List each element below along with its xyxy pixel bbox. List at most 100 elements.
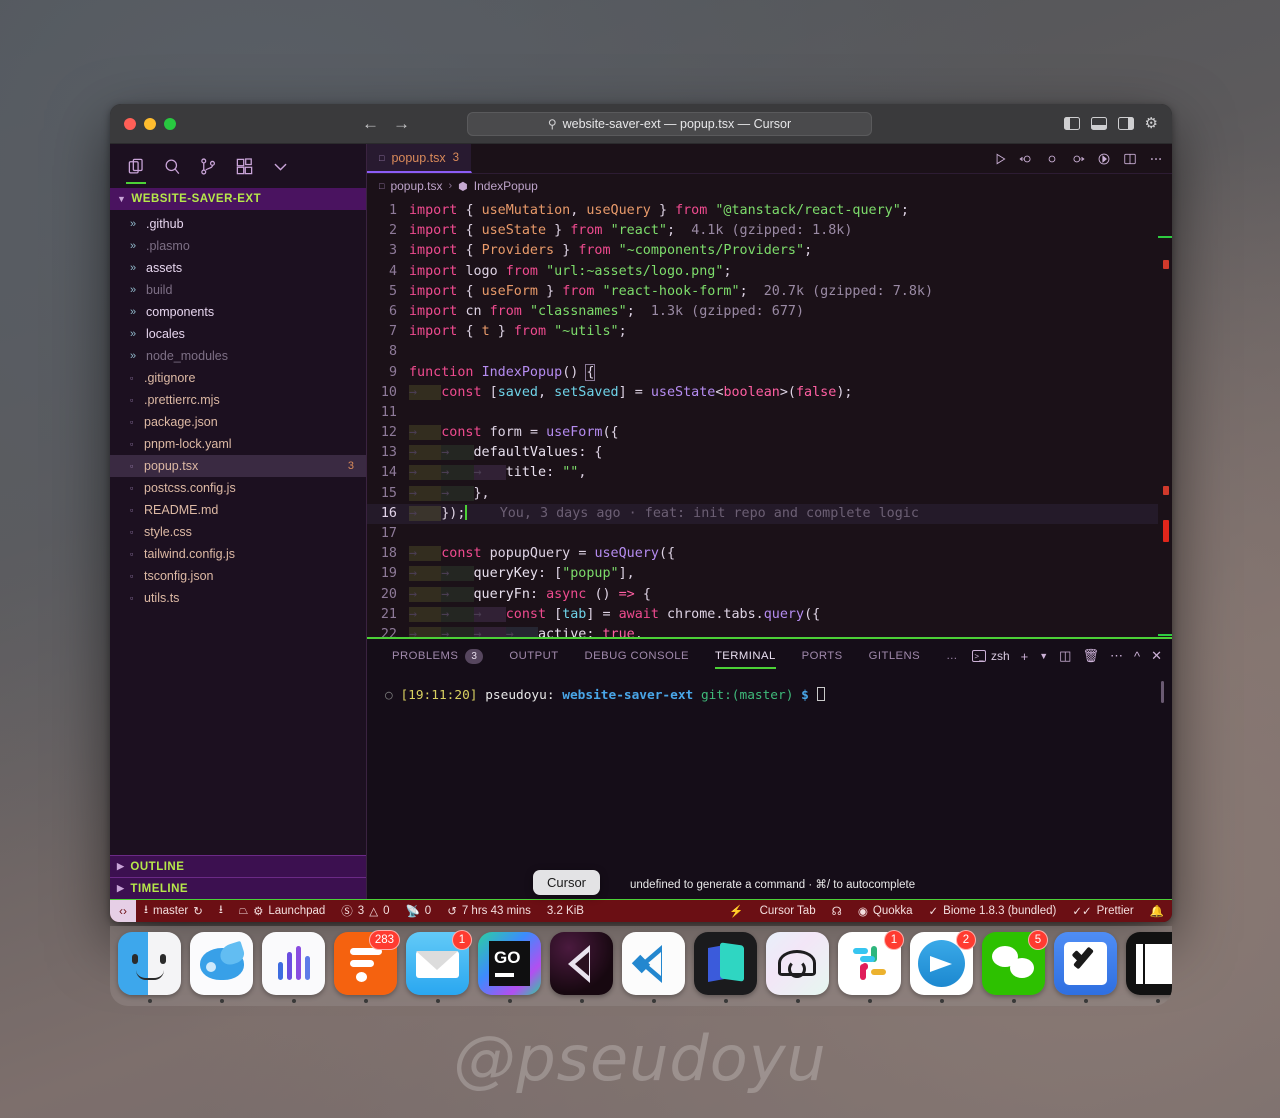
file-tree-item[interactable]: ▫postcss.config.js	[110, 477, 366, 499]
dock-item-things[interactable]	[1054, 932, 1117, 1003]
code-line[interactable]: 13→ → defaultValues: {	[367, 443, 1172, 463]
file-tree-item[interactable]: »locales	[110, 323, 366, 345]
terminal-shell-selector[interactable]: >_zsh	[972, 649, 1010, 663]
file-tree-item[interactable]: ▫tsconfig.json	[110, 565, 366, 587]
panel-tab-debug-console[interactable]: DEBUG CONSOLE	[572, 639, 702, 673]
code-line[interactable]: 9function IndexPopup() {	[367, 363, 1172, 383]
breadcrumb-file[interactable]: popup.tsx	[390, 179, 442, 193]
status-time-tracked[interactable]: ↺ 7 hrs 43 mins	[439, 900, 539, 923]
code-line[interactable]: 14→ → → title: "",	[367, 463, 1172, 483]
split-terminal-icon[interactable]: ◫	[1059, 648, 1071, 664]
code-line[interactable]: 12→ const form = useForm({	[367, 423, 1172, 443]
panel-tab-output[interactable]: OUTPUT	[496, 639, 571, 673]
code-line[interactable]: 7import { t } from "~utils";	[367, 322, 1172, 342]
editor-overview-ruler[interactable]	[1158, 198, 1172, 637]
file-tree-item[interactable]: »build	[110, 279, 366, 301]
file-tree-item[interactable]: ▫pnpm-lock.yaml	[110, 433, 366, 455]
dock-item-slack[interactable]: 1	[838, 932, 901, 1003]
status-remote-indicator[interactable]: ‹›	[110, 900, 136, 923]
sync-icon[interactable]: ↻	[193, 904, 203, 918]
file-tree-item[interactable]: »node_modules	[110, 345, 366, 367]
file-tree-item[interactable]: ▫.prettierrc.mjs	[110, 389, 366, 411]
sidebar-section-timeline[interactable]: ▶ TIMELINE	[110, 877, 366, 899]
status-biome[interactable]: ✓ Biome 1.8.3 (bundled)	[921, 900, 1065, 923]
zoom-button[interactable]	[164, 118, 176, 130]
obsidian-icon[interactable]	[694, 932, 757, 995]
breadcrumb[interactable]: □ popup.tsx › ⬢ IndexPopup	[367, 174, 1172, 198]
activity-source-control[interactable]	[190, 146, 226, 186]
dock-item-fanfou[interactable]: 283	[334, 932, 397, 1003]
arc-icon[interactable]	[766, 932, 829, 995]
panel-tab-terminal[interactable]: TERMINAL	[702, 639, 789, 673]
dock-item-bar-chart[interactable]	[262, 932, 325, 1003]
cursor-icon[interactable]	[550, 932, 613, 995]
code-lines[interactable]: 1import { useMutation, useQuery } from "…	[367, 198, 1172, 637]
activity-explorer[interactable]	[118, 146, 154, 186]
code-line[interactable]: 11	[367, 403, 1172, 423]
status-lightning[interactable]: ⚡	[721, 900, 751, 923]
status-problems[interactable]: Ⓢ 3 △ 0	[333, 900, 397, 923]
code-line[interactable]: 3import { Providers } from "~components/…	[367, 241, 1172, 261]
status-file-size[interactable]: 3.2 KiB	[539, 900, 592, 923]
dock-item-firefox[interactable]	[190, 932, 253, 1003]
file-tree[interactable]: ».github».plasmo»assets»build»components…	[110, 210, 366, 855]
close-button[interactable]	[124, 118, 136, 130]
debug-step-forward-icon[interactable]	[1071, 152, 1085, 166]
forward-arrow-icon[interactable]: →	[393, 115, 410, 132]
quokka-icon[interactable]	[1097, 152, 1111, 166]
status-cursor-tab[interactable]: Cursor Tab	[752, 900, 824, 923]
title-search-bar[interactable]: ⚲ website-saver-ext — popup.tsx — Cursor	[467, 112, 872, 136]
new-terminal-icon[interactable]: +	[1021, 649, 1029, 664]
panel-tab-gitlens[interactable]: GITLENS	[856, 639, 934, 673]
finder-icon[interactable]	[118, 932, 181, 995]
file-tree-item[interactable]: ▫README.md	[110, 499, 366, 521]
code-line[interactable]: 10→ const [saved, setSaved] = useState<b…	[367, 383, 1172, 403]
back-arrow-icon[interactable]: ←	[362, 115, 379, 132]
tab-popup-tsx[interactable]: □ popup.tsx 3	[367, 144, 472, 173]
file-tree-item[interactable]: ▫tailwind.config.js	[110, 543, 366, 565]
file-tree-item[interactable]: ▫package.json	[110, 411, 366, 433]
breadcrumb-symbol[interactable]: IndexPopup	[474, 179, 538, 193]
code-line[interactable]: 5import { useForm } from "react-hook-for…	[367, 282, 1172, 302]
code-line[interactable]: 21→ → → const [tab] = await chrome.tabs.…	[367, 605, 1172, 625]
code-line[interactable]: 1import { useMutation, useQuery } from "…	[367, 201, 1172, 221]
goland-icon[interactable]: GO	[478, 932, 541, 995]
dock-item-obsidian[interactable]	[694, 932, 757, 1003]
sidebar-section-outline[interactable]: ▶ OUTLINE	[110, 855, 366, 877]
code-line[interactable]: 2import { useState } from "react"; 4.1k …	[367, 221, 1172, 241]
activity-extensions[interactable]	[226, 146, 262, 186]
dock-item-wechat[interactable]: 5	[982, 932, 1045, 1003]
status-radio[interactable]: 📡 0	[397, 900, 439, 923]
firefox-icon[interactable]	[190, 932, 253, 995]
panel-tab--[interactable]: …	[933, 639, 971, 673]
toggle-secondary-sidebar-icon[interactable]	[1118, 117, 1134, 130]
status-git-graph[interactable]: ⭳	[211, 900, 231, 923]
code-editor[interactable]: 1import { useMutation, useQuery } from "…	[367, 198, 1172, 637]
explorer-header[interactable]: ▼ WEBSITE-SAVER-EXT	[110, 188, 366, 210]
file-tree-item[interactable]: ▫style.css	[110, 521, 366, 543]
toggle-primary-sidebar-icon[interactable]	[1064, 117, 1080, 130]
code-line[interactable]: 20→ → queryFn: async () => {	[367, 585, 1172, 605]
dock-item-cursor[interactable]	[550, 932, 613, 1003]
status-quokka[interactable]: ◉ Quokka	[850, 900, 921, 923]
terminal-scrollbar[interactable]	[1161, 681, 1164, 703]
file-tree-item[interactable]: »components	[110, 301, 366, 323]
dock-item-stack[interactable]	[1126, 932, 1172, 1003]
maximize-panel-icon[interactable]: ^	[1134, 649, 1140, 664]
dock-item-finder[interactable]	[118, 932, 181, 1003]
panel-tab-ports[interactable]: PORTS	[789, 639, 856, 673]
terminal-body[interactable]: ○ [19:11:20] pseudoyu: website-saver-ext…	[367, 673, 1172, 899]
dock-item-telegram[interactable]: 2	[910, 932, 973, 1003]
status-notifications[interactable]: 🔔	[1142, 900, 1172, 923]
chevron-down-icon[interactable]: ▼	[1039, 651, 1048, 661]
code-line[interactable]: 18→ const popupQuery = useQuery({	[367, 544, 1172, 564]
code-line[interactable]: 6import cn from "classnames"; 1.3k (gzip…	[367, 302, 1172, 322]
dock-item-vscode[interactable]	[622, 932, 685, 1003]
macos-dock[interactable]: 2831GO125	[110, 926, 1172, 1006]
status-launchpad[interactable]: ⏢ ⚙ Launchpad	[231, 900, 333, 923]
stack-icon[interactable]	[1126, 932, 1172, 995]
file-tree-item[interactable]: ».plasmo	[110, 235, 366, 257]
dock-item-mail[interactable]: 1	[406, 932, 469, 1003]
status-branch[interactable]: ⭳ master ↻	[136, 900, 211, 923]
file-tree-item[interactable]: ▫popup.tsx3	[110, 455, 366, 477]
